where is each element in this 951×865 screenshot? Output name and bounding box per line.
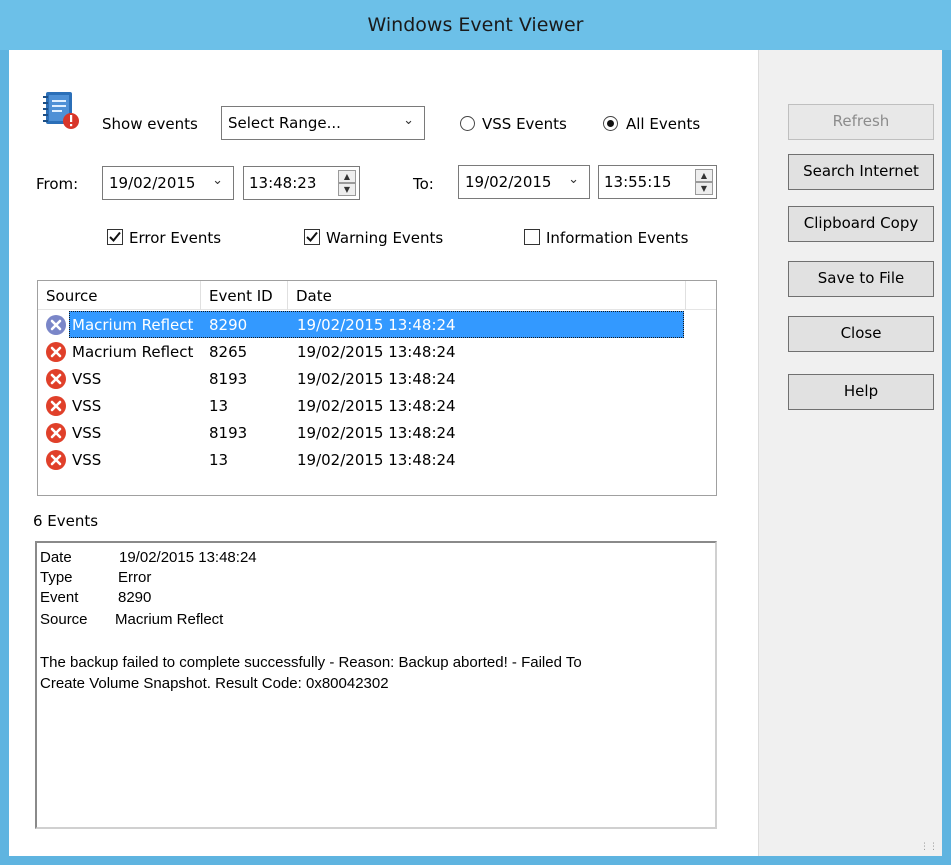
detail-message-line-1: The backup failed to complete successful… — [40, 654, 582, 671]
information-events-checkbox[interactable] — [524, 229, 540, 245]
search-internet-button[interactable]: Search Internet — [788, 154, 934, 190]
table-row[interactable]: Macrium Reflect 8265 19/02/2015 13:48:24 — [38, 338, 716, 365]
from-date-value: 19/02/2015 — [109, 174, 196, 192]
event-count: 6 Events — [33, 512, 99, 530]
to-date-value: 19/02/2015 — [465, 173, 552, 191]
to-date-picker[interactable]: 19/02/2015 ⌄ — [458, 165, 590, 199]
all-events-radio[interactable] — [603, 116, 618, 131]
checkmark-icon — [306, 231, 318, 242]
cell-source: VSS — [72, 451, 102, 469]
title-bar[interactable]: Windows Event Viewer — [0, 0, 951, 50]
to-label: To: — [413, 175, 434, 193]
warning-events-checkbox[interactable] — [304, 229, 320, 245]
checkmark-icon — [109, 231, 121, 242]
detail-message-line-2: Create Volume Snapshot. Result Code: 0x8… — [40, 675, 389, 692]
window-title: Windows Event Viewer — [367, 14, 584, 36]
error-icon — [46, 369, 66, 389]
table-row[interactable]: VSS 8193 19/02/2015 13:48:24 — [38, 365, 716, 392]
chevron-down-icon: ⌄ — [403, 113, 414, 128]
clipboard-copy-button[interactable]: Clipboard Copy — [788, 206, 934, 242]
error-icon — [46, 450, 66, 470]
to-time-spinner[interactable]: 13:55:15 ▲ ▼ — [598, 165, 717, 199]
detail-source-value: Macrium Reflect — [115, 611, 224, 628]
cell-event-id: 13 — [209, 451, 229, 469]
spin-up-icon[interactable]: ▲ — [338, 170, 356, 183]
cell-source: Macrium Reflect — [72, 343, 194, 361]
vss-events-radio[interactable] — [460, 116, 475, 131]
from-time-value: 13:48:23 — [249, 174, 317, 192]
cell-source: VSS — [72, 397, 102, 415]
error-icon — [46, 315, 66, 335]
cell-event-id: 8290 — [209, 316, 248, 334]
cell-source: Macrium Reflect — [72, 316, 194, 334]
cell-date: 19/02/2015 13:48:24 — [297, 316, 456, 334]
to-time-spin-buttons[interactable]: ▲ ▼ — [695, 169, 713, 195]
detail-date-value: 19/02/2015 13:48:24 — [119, 549, 257, 566]
detail-event-key: Event — [40, 589, 79, 606]
from-time-spin-buttons[interactable]: ▲ ▼ — [338, 170, 356, 196]
information-events-label: Information Events — [546, 229, 689, 247]
events-list[interactable]: Source Event ID Date Macrium Reflect 829… — [37, 280, 717, 496]
cell-date: 19/02/2015 13:48:24 — [297, 397, 456, 415]
chevron-down-icon: ⌄ — [212, 173, 223, 188]
event-log-icon — [43, 92, 79, 129]
table-row[interactable]: VSS 13 19/02/2015 13:48:24 — [38, 392, 716, 419]
error-events-checkbox[interactable] — [107, 229, 123, 245]
detail-date-key: Date — [40, 549, 72, 566]
to-time-value: 13:55:15 — [604, 173, 672, 191]
spin-up-icon[interactable]: ▲ — [695, 169, 713, 182]
from-date-picker[interactable]: 19/02/2015 ⌄ — [102, 166, 234, 200]
detail-type-value: Error — [118, 569, 152, 586]
error-icon — [46, 396, 66, 416]
chevron-down-icon: ⌄ — [568, 172, 579, 187]
detail-type-key: Type — [40, 569, 73, 586]
range-select[interactable]: Select Range... ⌄ — [221, 106, 425, 140]
cell-date: 19/02/2015 13:48:24 — [297, 451, 456, 469]
cell-source: VSS — [72, 424, 102, 442]
list-header: Source Event ID Date — [38, 281, 716, 310]
spin-down-icon[interactable]: ▼ — [695, 182, 713, 195]
table-row[interactable]: VSS 13 19/02/2015 13:48:24 — [38, 446, 716, 473]
cell-event-id: 8265 — [209, 343, 248, 361]
event-detail-text[interactable]: Date 19/02/2015 13:48:24 Type Error Even… — [35, 541, 717, 829]
warning-events-label: Warning Events — [326, 229, 444, 247]
error-events-label: Error Events — [129, 229, 222, 247]
resize-grip-icon[interactable]: ⋮⋮ — [920, 842, 938, 852]
event-viewer-window: Windows Event Viewer Show events Select … — [0, 0, 951, 865]
cell-event-id: 8193 — [209, 370, 248, 388]
from-label: From: — [36, 175, 79, 193]
cell-date: 19/02/2015 13:48:24 — [297, 343, 456, 361]
table-row[interactable]: Macrium Reflect 8290 19/02/2015 13:48:24 — [38, 311, 716, 338]
spin-down-icon[interactable]: ▼ — [338, 183, 356, 196]
column-header-event-id[interactable]: Event ID — [201, 281, 288, 310]
cell-event-id: 13 — [209, 397, 229, 415]
column-header-date[interactable]: Date — [288, 281, 686, 310]
show-events-label: Show events — [102, 115, 198, 133]
all-events-label: All Events — [626, 115, 701, 133]
close-button[interactable]: Close — [788, 316, 934, 352]
save-to-file-button[interactable]: Save to File — [788, 261, 934, 297]
help-button[interactable]: Help — [788, 374, 934, 410]
column-header-source[interactable]: Source — [38, 281, 201, 310]
refresh-button[interactable]: Refresh — [788, 104, 934, 140]
cell-date: 19/02/2015 13:48:24 — [297, 370, 456, 388]
detail-source-key: Source — [40, 611, 88, 628]
cell-date: 19/02/2015 13:48:24 — [297, 424, 456, 442]
vss-events-label: VSS Events — [482, 115, 567, 133]
cell-event-id: 8193 — [209, 424, 248, 442]
detail-event-value: 8290 — [118, 589, 152, 606]
error-icon — [46, 342, 66, 362]
range-select-value: Select Range... — [228, 114, 341, 132]
table-row[interactable]: VSS 8193 19/02/2015 13:48:24 — [38, 419, 716, 446]
from-time-spinner[interactable]: 13:48:23 ▲ ▼ — [243, 166, 360, 200]
error-icon — [46, 423, 66, 443]
cell-source: VSS — [72, 370, 102, 388]
